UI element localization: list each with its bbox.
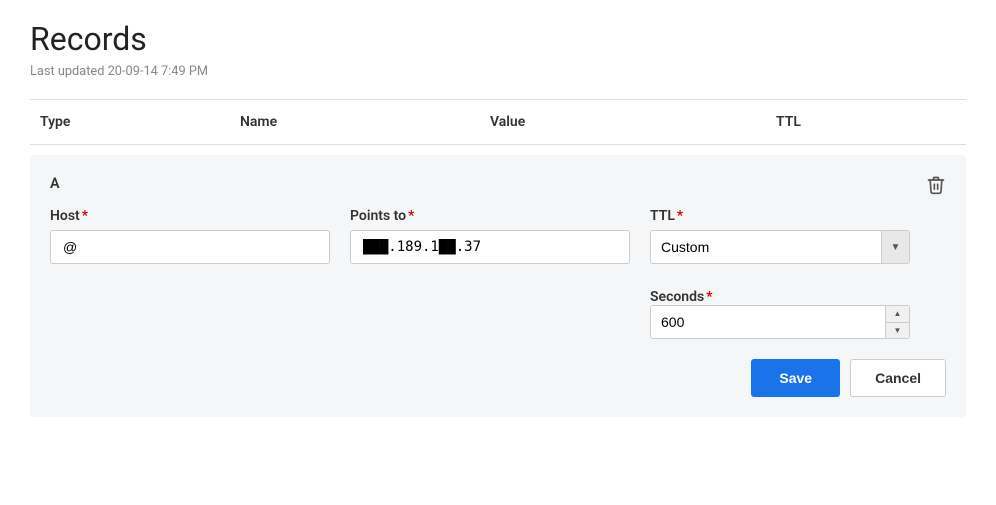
- host-required-star: *: [82, 208, 88, 224]
- page-title: Records: [30, 20, 966, 58]
- host-input[interactable]: [50, 230, 330, 264]
- seconds-input[interactable]: [651, 306, 885, 338]
- points-to-input[interactable]: [350, 230, 630, 264]
- seconds-required-star: *: [706, 289, 712, 305]
- ttl-select-arrow-icon: [881, 231, 909, 263]
- action-buttons: Save Cancel: [50, 359, 946, 397]
- cancel-button[interactable]: Cancel: [850, 359, 946, 397]
- record-row: A Host* Points to* TTL*: [30, 155, 966, 417]
- points-to-group: Points to*: [350, 208, 630, 264]
- save-button[interactable]: Save: [751, 359, 840, 397]
- points-to-label: Points to*: [350, 208, 630, 224]
- seconds-input-container: ▲ ▼: [650, 305, 910, 339]
- col-name: Name: [230, 110, 480, 134]
- seconds-increment-button[interactable]: ▲: [886, 306, 909, 323]
- host-group: Host*: [50, 208, 330, 264]
- ttl-label: TTL*: [650, 208, 910, 224]
- points-to-required-star: *: [408, 208, 414, 224]
- seconds-spinners: ▲ ▼: [885, 306, 909, 338]
- last-updated-text: Last updated 20-09-14 7:49 PM: [30, 64, 966, 79]
- seconds-section: Seconds* ▲ ▼: [650, 286, 910, 339]
- col-ttl: TTL: [766, 110, 966, 134]
- ttl-select[interactable]: Automatic Custom 5 min 10 min 30 min 1 h…: [651, 231, 881, 263]
- table-header: Type Name Value TTL: [30, 99, 966, 145]
- col-type: Type: [30, 110, 230, 134]
- host-label: Host*: [50, 208, 330, 224]
- ttl-required-star: *: [677, 208, 683, 224]
- form-fields-row: Host* Points to* TTL* Automatic Custom: [50, 208, 946, 339]
- delete-record-button[interactable]: [922, 171, 950, 202]
- seconds-decrement-button[interactable]: ▼: [886, 323, 909, 339]
- seconds-label: Seconds*: [650, 289, 713, 305]
- col-value: Value: [480, 110, 766, 134]
- ttl-group: TTL* Automatic Custom 5 min 10 min 30 mi…: [650, 208, 910, 339]
- ttl-select-container: Automatic Custom 5 min 10 min 30 min 1 h…: [650, 230, 910, 264]
- record-type: A: [50, 175, 946, 192]
